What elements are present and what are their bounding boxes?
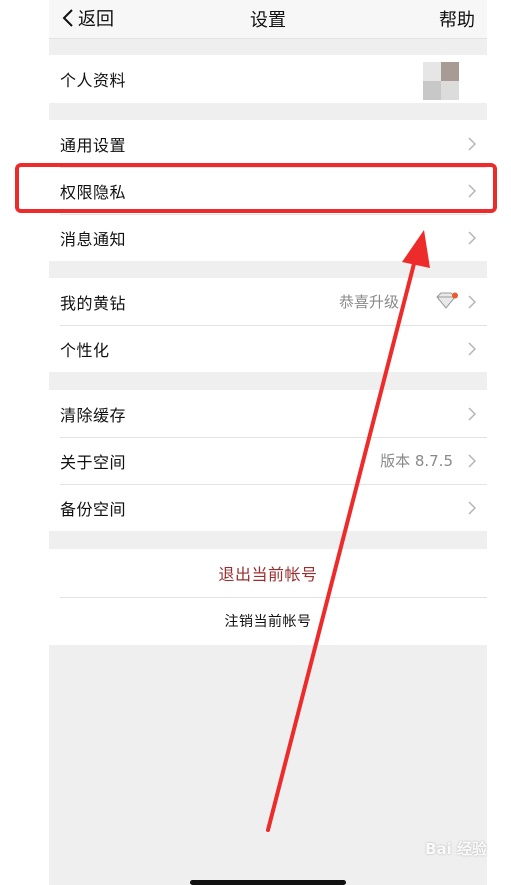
settings-item-label: 消息通知 [60, 229, 127, 249]
chevron-left-icon [62, 9, 73, 27]
settings-item-label: 我的黄钻 [60, 293, 127, 313]
settings-screen: 返回 设置 帮助 个人资料 通用设置 权限隐私 消息通知 我的黄钻 恭喜升级 个… [0, 0, 511, 885]
back-button[interactable]: 返回 [62, 6, 114, 30]
chevron-right-icon [468, 294, 476, 309]
settings-item-label: 个性化 [60, 340, 110, 360]
profile-row[interactable]: 个人资料 [49, 55, 487, 103]
profile-group: 个人资料 [49, 55, 487, 103]
deregister-account-button[interactable]: 注销当前帐号 [49, 597, 487, 645]
personal-settings-group: 我的黄钻 恭喜升级 个性化 [49, 278, 487, 372]
settings-item-backup[interactable]: 备份空间 [49, 484, 487, 531]
version-text: 版本 8.7.5 [380, 452, 453, 470]
chevron-right-icon [468, 500, 476, 515]
settings-item-personalization[interactable]: 个性化 [49, 325, 487, 372]
page-title: 设置 [250, 10, 286, 31]
settings-item-general[interactable]: 通用设置 [49, 120, 487, 167]
settings-item-about[interactable]: 关于空间 版本 8.7.5 [49, 437, 487, 484]
navigation-bar: 返回 设置 帮助 [49, 0, 487, 39]
settings-item-yellow-diamond[interactable]: 我的黄钻 恭喜升级 [49, 278, 487, 325]
chevron-right-icon [468, 183, 476, 198]
chevron-right-icon [468, 341, 476, 356]
profile-label: 个人资料 [60, 71, 127, 90]
diamond-icon [436, 292, 458, 309]
logout-label: 退出当前帐号 [218, 565, 318, 584]
settings-item-label: 关于空间 [60, 452, 127, 472]
settings-item-label: 通用设置 [60, 135, 127, 155]
chevron-right-icon [468, 136, 476, 151]
settings-item-label: 权限隐私 [60, 182, 127, 202]
avatar [423, 62, 459, 100]
settings-item-notifications[interactable]: 消息通知 [49, 214, 487, 261]
account-actions-group: 退出当前帐号 注销当前帐号 [49, 549, 487, 645]
chevron-right-icon [468, 406, 476, 421]
help-button[interactable]: 帮助 [439, 6, 475, 32]
general-settings-group: 通用设置 权限隐私 消息通知 [49, 120, 487, 261]
chevron-right-icon [468, 453, 476, 468]
settings-item-privacy[interactable]: 权限隐私 [49, 167, 487, 214]
settings-item-label: 清除缓存 [60, 405, 127, 425]
back-label: 返回 [78, 9, 114, 30]
chevron-right-icon [468, 230, 476, 245]
storage-settings-group: 清除缓存 关于空间 版本 8.7.5 备份空间 [49, 390, 487, 531]
settings-item-label: 备份空间 [60, 499, 127, 519]
logout-button[interactable]: 退出当前帐号 [49, 549, 487, 597]
upgrade-status-text: 恭喜升级 [338, 293, 399, 311]
home-indicator [190, 880, 346, 885]
settings-item-clear-cache[interactable]: 清除缓存 [49, 390, 487, 437]
deregister-label: 注销当前帐号 [224, 614, 312, 630]
